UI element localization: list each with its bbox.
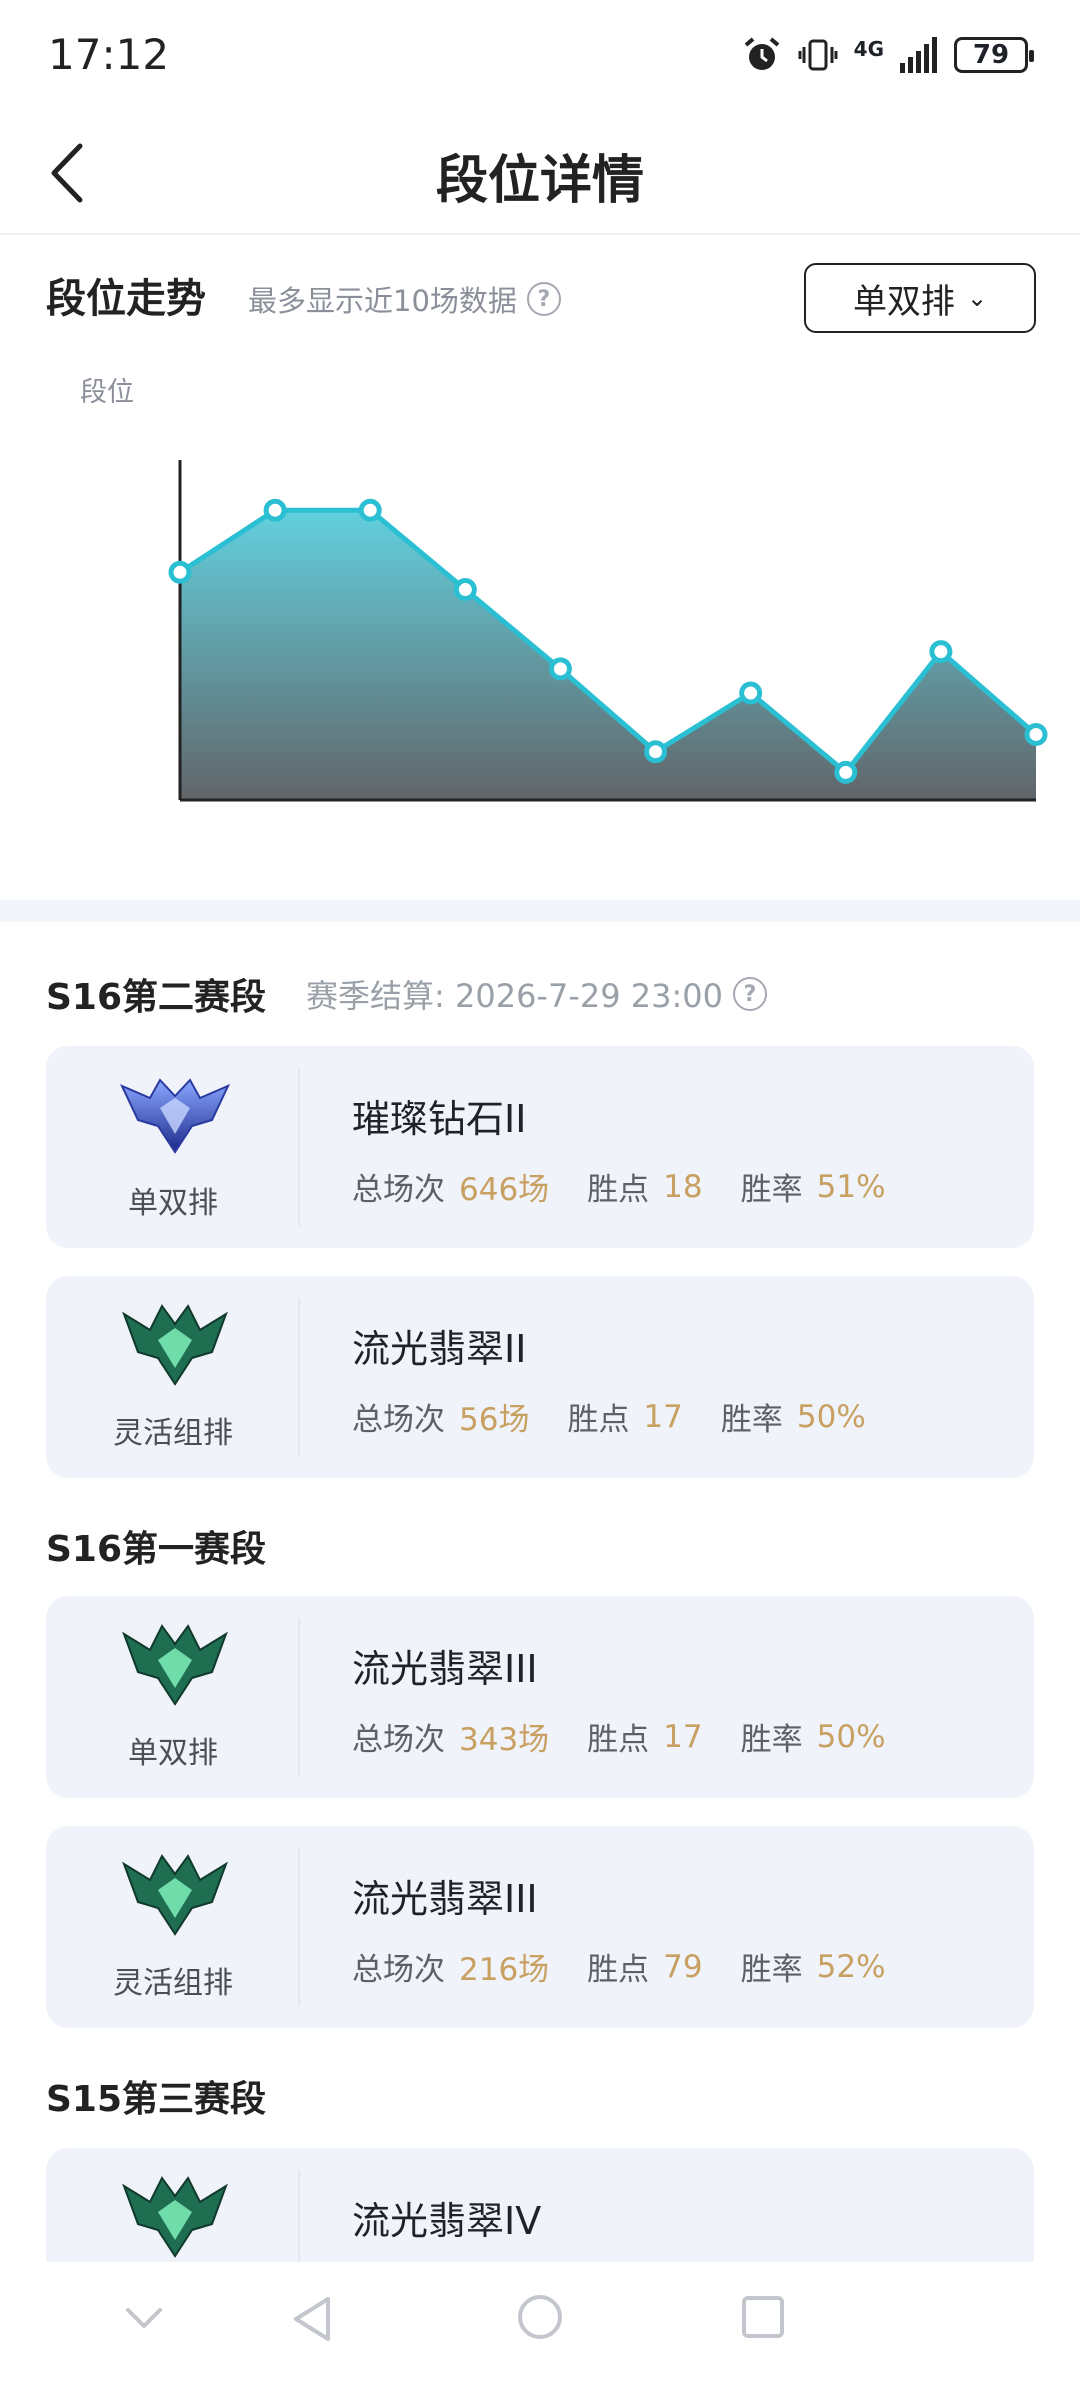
total-games-value: 646场 [459, 1172, 550, 1208]
total-games-value: 343场 [459, 1722, 550, 1758]
trend-title: 段位走势 [46, 276, 206, 322]
trend-hint: 最多显示近10场数据 ? [248, 278, 561, 320]
signal-icon [900, 37, 937, 73]
trend-area-fill [180, 510, 1036, 800]
alarm-icon [744, 37, 779, 70]
trend-point[interactable] [739, 681, 763, 705]
league-points-label: 胜点 [567, 1402, 630, 1438]
rank-card[interactable]: 灵活组排 流光翡翠III 总场次 216场 胜点 79 胜率 52% [46, 1826, 1034, 2028]
system-navigation-bar [0, 2262, 1080, 2382]
trend-point[interactable] [453, 578, 477, 602]
league-points-value: 17 [643, 1398, 683, 1435]
network-type-label: 4G [853, 37, 884, 61]
status-time: 17:12 [48, 30, 170, 79]
rank-stats: 总场次 343场 胜点 17 胜率 50% [352, 1714, 924, 1759]
win-rate-value: 50% [796, 1398, 866, 1435]
league-points-value: 18 [663, 1168, 703, 1205]
rank-stats: 总场次 56场 胜点 17 胜率 50% [352, 1394, 904, 1439]
help-question-icon[interactable]: ? [526, 282, 561, 316]
trend-point[interactable] [168, 560, 192, 584]
win-rate-label: 胜率 [720, 1402, 783, 1438]
emerald-emblem-icon [122, 1854, 228, 1936]
rank-emblem-column: 单双排 [46, 1068, 300, 1226]
rank-tier-name: 流光翡翠III [352, 1647, 538, 1691]
section-divider [0, 900, 1080, 922]
total-games-label: 总场次 [352, 1722, 445, 1758]
rank-stats: 总场次 216场 胜点 79 胜率 52% [352, 1944, 924, 1989]
win-rate-label: 胜率 [740, 1952, 803, 1988]
league-points-label: 胜点 [587, 1172, 650, 1208]
total-games-value: 56场 [459, 1402, 530, 1438]
total-games-label: 总场次 [352, 1402, 445, 1438]
rank-tier-name: 流光翡翠III [352, 1877, 538, 1921]
league-points-value: 17 [663, 1718, 703, 1755]
trend-point[interactable] [929, 640, 953, 664]
season-header: S15第三赛段 [46, 2070, 266, 2122]
nav-bar: 段位详情 [0, 110, 1080, 235]
rank-card[interactable]: 灵活组排 流光翡翠II 总场次 56场 胜点 17 胜率 50% [46, 1276, 1034, 1478]
queue-mode-label: 灵活组排 [113, 1966, 233, 2001]
rank-tier-name: 流光翡翠II [352, 1327, 527, 1371]
rank-tier-name: 璀璨钻石II [352, 1097, 527, 1141]
season-header: S16第二赛段 赛季结算: 2026-7-29 23:00 ? [46, 968, 767, 1020]
win-rate-value: 51% [816, 1168, 886, 1205]
rank-card[interactable]: 单双排 流光翡翠III 总场次 343场 胜点 17 胜率 50% [46, 1596, 1034, 1798]
mode-select-value: 单双排 [852, 281, 955, 322]
league-points-label: 胜点 [587, 1722, 650, 1758]
rank-emblem-column: 灵活组排 [46, 1848, 300, 2006]
season-name: S16第一赛段 [46, 1529, 267, 1570]
rank-trend-section: 段位走势 最多显示近10场数据 ? 单双排 ⌄ 段位 [0, 240, 1080, 900]
season-header: S16第一赛段 [46, 1520, 266, 1572]
queue-mode-label: 单双排 [128, 1186, 218, 1221]
rank-card[interactable]: 单双排 璀璨钻石II 总场次 646场 胜点 18 胜率 51% [46, 1046, 1034, 1248]
trend-point[interactable] [644, 740, 668, 764]
rank-emblem-column: 灵活组排 [46, 1298, 300, 1456]
trend-point[interactable] [358, 498, 382, 522]
rank-tier-name: 流光翡翠IV [352, 2199, 542, 2243]
win-rate-label: 胜率 [740, 1722, 803, 1758]
trend-point[interactable] [834, 760, 858, 784]
rank-trend-chart [168, 460, 1048, 802]
trend-point[interactable] [1024, 722, 1048, 746]
queue-mode-label: 单双排 [128, 1736, 218, 1771]
season-name: S16第二赛段 [46, 977, 267, 1018]
win-rate-value: 50% [816, 1718, 886, 1755]
league-points-value: 79 [663, 1948, 703, 1985]
vibrate-icon [798, 39, 838, 71]
diamond-emblem-icon [120, 1078, 230, 1154]
total-games-value: 216场 [459, 1952, 550, 1988]
page-title: 段位详情 [435, 151, 644, 211]
league-points-label: 胜点 [587, 1952, 650, 1988]
win-rate-label: 胜率 [740, 1172, 803, 1208]
status-icons: 4G 79 [742, 32, 1034, 78]
rank-emblem-column: 单双排 [46, 1618, 300, 1776]
help-question-icon[interactable]: ? [733, 977, 767, 1011]
chevron-down-icon[interactable] [124, 2304, 164, 2334]
rank-stats: 总场次 646场 胜点 18 胜率 51% [352, 1164, 924, 1209]
emerald-emblem-icon [122, 1624, 228, 1706]
chevron-down-icon: ⌄ [966, 284, 988, 312]
nav-home-icon[interactable] [515, 2292, 565, 2342]
status-bar: 17:12 4G 79 [0, 0, 1080, 110]
battery-indicator: 79 [954, 37, 1034, 73]
mode-select-dropdown[interactable]: 单双排 ⌄ [804, 263, 1036, 333]
total-games-label: 总场次 [352, 1172, 445, 1208]
emerald-emblem-icon [122, 1304, 228, 1386]
trend-point[interactable] [263, 498, 287, 522]
queue-mode-label: 灵活组排 [113, 1416, 233, 1451]
emerald-emblem-icon [122, 2176, 228, 2258]
trend-hint-text: 最多显示近10场数据 [248, 284, 517, 318]
season-settle-info: 赛季结算: 2026-7-29 23:00 ? [306, 971, 767, 1017]
season-name: S15第三赛段 [46, 2079, 267, 2120]
nav-back-icon[interactable] [290, 2294, 336, 2344]
season-settle-text: 赛季结算: 2026-7-29 23:00 [306, 977, 723, 1015]
nav-recents-icon[interactable] [740, 2294, 786, 2340]
total-games-label: 总场次 [352, 1952, 445, 1988]
trend-point[interactable] [548, 657, 572, 681]
win-rate-value: 52% [816, 1948, 886, 1985]
